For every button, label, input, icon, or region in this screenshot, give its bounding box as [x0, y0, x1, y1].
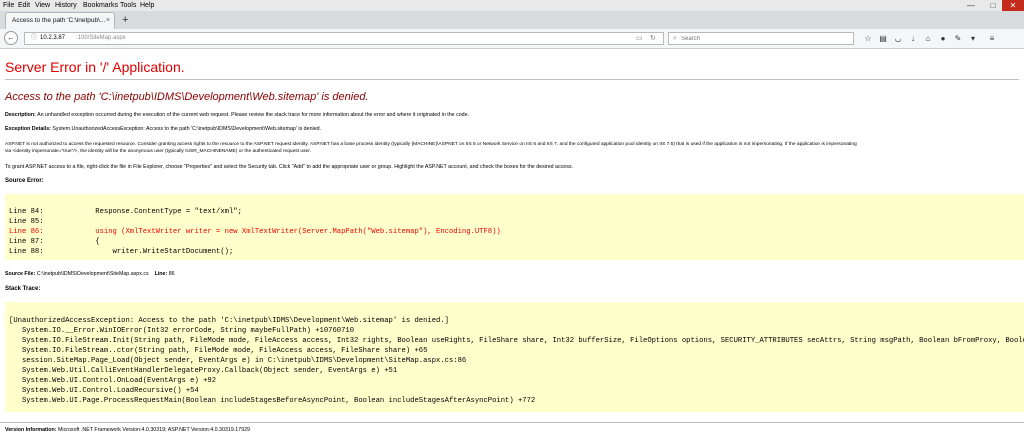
error-heading: Access to the path 'C:\inetpub\IDMS\Deve… [5, 91, 369, 103]
stack-line: System.Web.UI.Control.LoadRecursive() +5… [9, 387, 199, 395]
search-box[interactable]: ⌕ [668, 32, 854, 45]
source-line: Line 88: writer.WriteStartDocument(); [9, 248, 234, 256]
menu-view[interactable]: View [35, 0, 50, 11]
stack-line: [UnauthorizedAccessException: Access to … [9, 317, 449, 325]
close-window-button[interactable]: ✕ [1002, 0, 1024, 11]
new-tab-button[interactable]: + [122, 11, 128, 29]
bottom-divider [0, 422, 1024, 423]
menu-bar: File Edit View History Bookmarks Tools H… [0, 0, 1024, 11]
stack-line: System.IO.__Error.WinIOError(Int32 error… [9, 327, 355, 335]
exception-text: System.UnauthorizedAccessException: Acce… [50, 126, 322, 132]
stack-line: System.Web.Util.CalliEventHandlerDelegat… [9, 367, 398, 375]
info-icon[interactable]: ⓘ [31, 33, 37, 44]
menu-bookmarks[interactable]: Bookmarks [83, 0, 118, 11]
tab-title: Access to the path 'C:\inetpub\... [12, 17, 106, 24]
description-label: Description: [5, 112, 36, 118]
menu-help[interactable]: Help [140, 0, 154, 11]
url-bar[interactable]: ⓘ 10.2.3.87 :100/SiteMap.aspx ▭ ↻ [24, 32, 664, 45]
aspnet-line-1: ASP.NET is not authorized to access the … [5, 142, 857, 147]
search-icon: ⌕ [673, 35, 677, 42]
menu-history[interactable]: History [55, 0, 77, 11]
hamburger-menu-icon[interactable]: ≡ [986, 33, 998, 45]
source-line: Line 85: [9, 218, 44, 226]
extension-icon[interactable]: ✎ [952, 33, 964, 45]
description-text: An unhandled exception occurred during t… [35, 112, 470, 118]
line-label: Line: [154, 271, 168, 277]
bookmark-star-icon[interactable]: ☆ [862, 33, 874, 45]
reader-view-icon[interactable]: ▭ [636, 33, 643, 44]
stack-trace-label: Stack Trace: [5, 286, 41, 292]
page-title: Server Error in '/' Application. [5, 59, 185, 75]
menu-file[interactable]: File [3, 0, 14, 11]
stack-trace-box: [UnauthorizedAccessException: Access to … [5, 302, 1024, 412]
reload-icon[interactable]: ↻ [650, 33, 656, 44]
version-information: Version Information: Microsoft .NET Fram… [5, 427, 250, 433]
overflow-chevron-icon[interactable]: ▾ [967, 33, 979, 45]
stack-line: session.SiteMap.Page_Load(Object sender,… [9, 357, 467, 365]
source-file-label: Source File: [5, 271, 36, 277]
chat-icon[interactable]: ● [937, 33, 949, 45]
source-file-value: C:\inetpub\IDMS\Development\SiteMap.aspx… [35, 271, 149, 277]
source-line-highlighted: Line 86: using (XmlTextWriter writer = n… [9, 228, 501, 236]
line-value: 86 [167, 271, 175, 277]
exception-details: Exception Details: System.UnauthorizedAc… [5, 126, 321, 132]
version-label: Version Information: [5, 427, 57, 433]
home-icon[interactable]: ⌂ [922, 33, 934, 45]
stack-line: System.Web.UI.Control.OnLoad(EventArgs e… [9, 377, 217, 385]
back-button[interactable]: ← [4, 31, 18, 45]
grant-access-text: To grant ASP.NET access to a file, right… [5, 164, 574, 170]
divider [5, 79, 1019, 80]
tab-active[interactable]: Access to the path 'C:\inetpub\... × [5, 12, 115, 29]
download-icon[interactable]: ↓ [907, 33, 919, 45]
source-file: Source File: C:\inetpub\IDMS\Development… [5, 271, 175, 277]
tab-close-icon[interactable]: × [106, 13, 110, 29]
source-error-label: Source Error: [5, 178, 44, 184]
url-host: 10.2.3.87 [40, 35, 66, 41]
stack-line: System.IO.FileStream.Init(String path, F… [9, 337, 1024, 345]
url-path: :100/SiteMap.aspx [76, 35, 126, 41]
version-text: Microsoft .NET Framework Version:4.0.303… [56, 427, 250, 433]
source-line: Line 87: { [9, 238, 100, 246]
description: Description: An unhandled exception occu… [5, 112, 469, 118]
page-content: Server Error in '/' Application. Access … [0, 49, 1024, 439]
aspnet-line-2: via <identity impersonate="true"/>, the … [5, 149, 311, 154]
maximize-button[interactable]: □ [982, 0, 1004, 11]
stack-line: System.Web.UI.Page.ProcessRequestMain(Bo… [9, 397, 536, 405]
source-error-box: Line 84: Response.ContentType = "text/xm… [5, 194, 1024, 260]
minimize-button[interactable]: — [960, 0, 982, 11]
tab-strip: Access to the path 'C:\inetpub\... × [0, 11, 1024, 29]
source-line: Line 84: Response.ContentType = "text/xm… [9, 208, 242, 216]
pocket-icon[interactable]: ◡ [892, 33, 904, 45]
nav-bar: ← ⓘ 10.2.3.87 :100/SiteMap.aspx ▭ ↻ ⌕ ☆ … [0, 29, 1024, 49]
clipboard-icon[interactable]: ▤ [877, 33, 889, 45]
search-input[interactable] [681, 34, 849, 43]
menu-tools[interactable]: Tools [120, 0, 136, 11]
stack-line: System.IO.FileStream..ctor(String path, … [9, 347, 428, 355]
menu-edit[interactable]: Edit [18, 0, 30, 11]
exception-label: Exception Details: [5, 126, 51, 132]
